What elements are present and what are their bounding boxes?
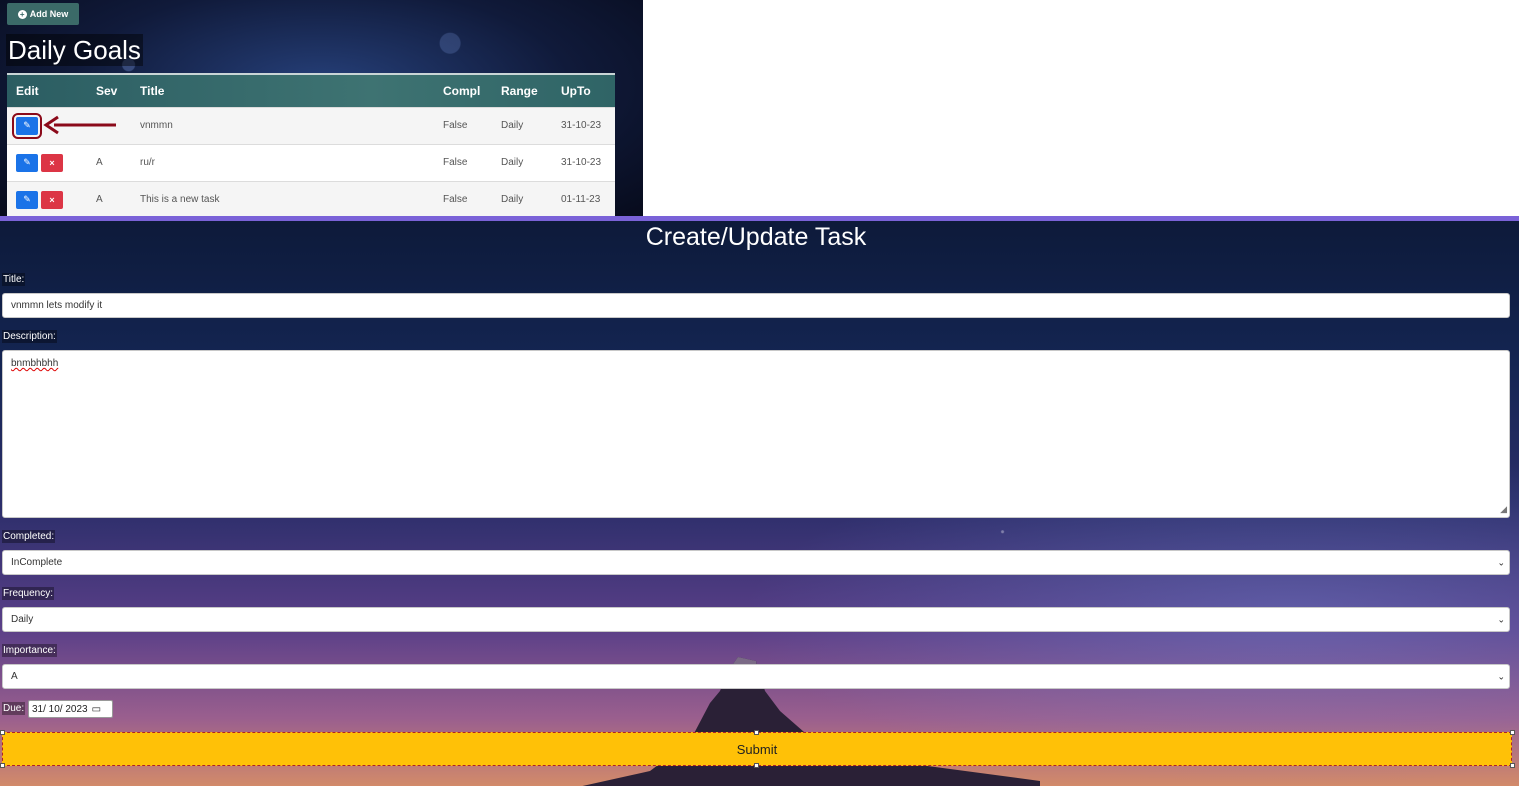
chevron-down-icon: ⌄ — [1497, 671, 1505, 681]
pencil-icon: ✎ — [23, 194, 31, 205]
selection-handle — [0, 730, 5, 735]
cell-range: Daily — [501, 194, 524, 206]
due-date-input[interactable]: 31/ 10/ 2023 ▭ — [28, 700, 113, 718]
completed-value: InComplete — [11, 557, 63, 568]
task-form-panel: Create/Update Task Title: vnmmn lets mod… — [0, 221, 1519, 786]
cell-upto: 31-10-23 — [561, 120, 602, 131]
completed-select[interactable]: InComplete ⌄ — [2, 550, 1510, 575]
frequency-label: Frequency: — [2, 587, 55, 600]
cell-title: ru/r — [140, 157, 155, 168]
selection-handle — [0, 763, 5, 768]
plus-circle-icon: + — [17, 9, 27, 19]
delete-button[interactable]: × — [41, 153, 63, 172]
add-new-button[interactable]: + Add New — [7, 3, 79, 25]
importance-select[interactable]: A ⌄ — [2, 664, 1510, 689]
importance-value: A — [11, 671, 18, 682]
header-sev: Sev — [87, 73, 131, 107]
frequency-value: Daily — [11, 614, 34, 625]
calendar-icon[interactable]: ▭ — [92, 704, 101, 715]
x-icon: × — [49, 157, 55, 168]
due-label: Due: — [2, 702, 26, 715]
table-header-row: Edit Sev Title Compl Range UpTo — [7, 73, 615, 107]
frequency-select[interactable]: Daily ⌄ — [2, 607, 1510, 632]
cell-range: Daily — [501, 157, 524, 168]
header-compl: Compl — [434, 73, 492, 107]
header-range: Range — [492, 73, 552, 107]
cell-sev: A — [96, 157, 103, 168]
cell-upto: 31-10-23 — [561, 157, 602, 168]
cell-compl: False — [443, 194, 468, 206]
completed-label: Completed: — [2, 530, 56, 543]
title-input[interactable]: vnmmn lets modify it — [2, 293, 1510, 318]
chevron-down-icon: ⌄ — [1497, 614, 1505, 624]
header-upto: UpTo — [552, 73, 615, 107]
selection-handle — [754, 730, 759, 735]
page-title: Daily Goals — [6, 34, 143, 66]
pencil-icon: ✎ — [23, 120, 31, 130]
title-label: Title: — [2, 273, 26, 286]
table-row: ✎ × A This is a new task False Daily 01-1… — [7, 181, 615, 216]
due-date-value: 31/ 10/ 2023 — [32, 703, 88, 715]
chevron-down-icon: ⌄ — [1497, 557, 1505, 567]
submit-button[interactable]: Submit — [2, 732, 1512, 766]
resize-grip-icon[interactable]: ◢ — [1500, 504, 1507, 515]
selection-handle — [1510, 730, 1515, 735]
cell-range: Daily — [501, 120, 524, 131]
selection-handle — [754, 763, 759, 768]
x-icon: × — [49, 194, 55, 205]
add-new-label: Add New — [29, 9, 69, 19]
cell-upto: 01-11-23 — [561, 194, 601, 206]
edit-button[interactable]: ✎ — [16, 190, 38, 209]
goals-table: Edit Sev Title Compl Range UpTo ✎ vnmmn … — [7, 73, 615, 216]
cell-title: This is a new task — [140, 194, 220, 206]
description-label: Description: — [2, 330, 57, 343]
delete-button[interactable]: × — [41, 190, 63, 209]
edit-button[interactable]: ✎ — [16, 153, 38, 172]
edit-button[interactable]: ✎ — [12, 112, 42, 139]
cell-title: vnmmn — [140, 120, 173, 131]
row-actions: ✎ × — [7, 144, 87, 181]
submit-label: Submit — [736, 741, 778, 757]
annotation-arrow-icon — [43, 115, 116, 135]
form-title: Create/Update Task — [645, 223, 867, 251]
table-row: ✎ × A ru/r False Daily 31-10-23 — [7, 144, 615, 181]
importance-label: Importance: — [2, 644, 57, 657]
description-value: bnmbhbhh — [11, 358, 59, 369]
selection-handle — [1510, 763, 1515, 768]
header-edit: Edit — [7, 73, 87, 107]
row-actions: ✎ × — [7, 181, 87, 216]
description-textarea[interactable]: bnmbhbhh ◢ — [2, 350, 1510, 518]
pencil-icon: ✎ — [23, 157, 31, 167]
title-input-value: vnmmn lets modify it — [11, 300, 103, 311]
header-title: Title — [131, 73, 434, 107]
cell-sev: A — [96, 194, 103, 206]
cell-compl: False — [443, 120, 468, 131]
cell-compl: False — [443, 157, 468, 168]
daily-goals-panel: + Add New Daily Goals Edit Sev Title Com… — [0, 0, 643, 216]
